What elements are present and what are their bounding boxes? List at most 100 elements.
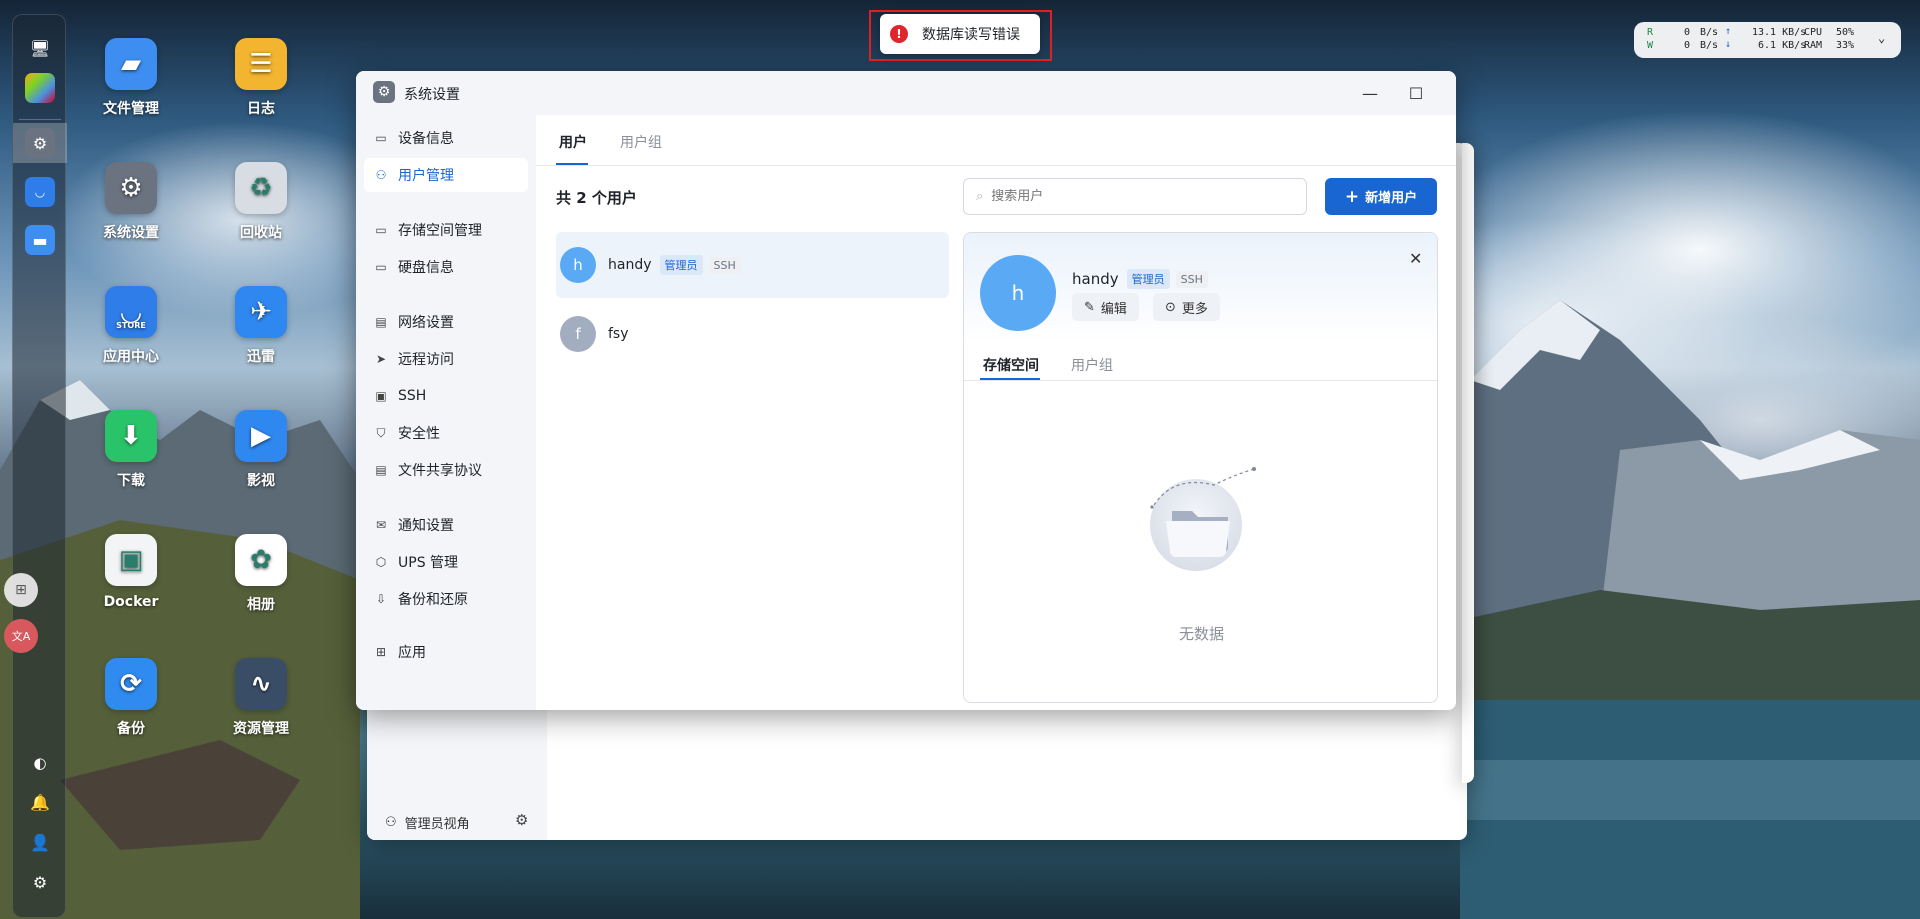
sidebar-item-2[interactable]: ▭ 存储空间管理 [364, 213, 528, 247]
admin-badge: 管理员 [1126, 269, 1170, 289]
tab-detail-groups[interactable]: 用户组 [1071, 355, 1113, 375]
network-icon: ▤ [375, 315, 387, 329]
desktop-app-10[interactable]: ⟳ 备份 [81, 658, 181, 738]
folder-icon[interactable]: ▬ [25, 225, 55, 255]
add-user-button[interactable]: + 新增用户 [1325, 178, 1437, 215]
sidebar-item-8[interactable]: ▤ 文件共享协议 [364, 453, 528, 487]
dock: 🖥 ⚙ ◡ ▬ ◐ 🔔 👤 ⚙ [12, 14, 67, 918]
admin-view-footer[interactable]: ⚇ 管理员视角 [385, 813, 470, 832]
chevron-down-icon[interactable]: ⌄ [1878, 31, 1885, 45]
sidebar-item-5[interactable]: ➤ 远程访问 [364, 342, 528, 376]
tab-user-groups[interactable]: 用户组 [620, 132, 662, 152]
dock-separator [19, 119, 61, 120]
desktop-app-3[interactable]: ♻ 回收站 [211, 162, 311, 242]
sidebar-item-9[interactable]: ✉ 通知设置 [364, 508, 528, 542]
backup-icon: ⟳ [105, 658, 157, 710]
desktop-app-7[interactable]: ▶ 影视 [211, 410, 311, 490]
apps-icon: ⊞ [375, 645, 387, 659]
desktop-app-6[interactable]: ⬇ 下载 [81, 410, 181, 490]
minimize-button[interactable]: — [1356, 79, 1384, 107]
sidebar-item-4[interactable]: ▤ 网络设置 [364, 305, 528, 339]
photos-icon: ✿ [235, 534, 287, 586]
footer-gear-icon[interactable]: ⚙ [515, 811, 528, 829]
desktop-app-5[interactable]: ✈ 迅雷 [211, 286, 311, 366]
desktop-app-4[interactable]: ◡ STORE 应用中心 [81, 286, 181, 366]
user-row-handy[interactable]: h handy 管理员 SSH [556, 232, 949, 298]
sidebar-item-label: 设备信息 [398, 131, 454, 147]
empty-text: 无数据 [1178, 625, 1224, 643]
more-icon: ⊙ [1165, 299, 1176, 315]
user-name: handy [608, 257, 652, 273]
desktop-app-label: 备份 [117, 721, 145, 737]
disk-write-value: 0 [1684, 40, 1691, 51]
plus-icon: + [1344, 186, 1360, 207]
desktop-app-2[interactable]: ⚙ 系统设置 [81, 162, 181, 242]
user-count: 共 2 个用户 [556, 189, 637, 207]
avatar: f [560, 316, 596, 352]
desktop-app-0[interactable]: ▰ 文件管理 [81, 38, 181, 118]
widget-add-icon[interactable]: ⊞ [4, 573, 38, 607]
admin-view-label: 管理员视角 [404, 817, 470, 832]
sidebar-item-label: 网络设置 [398, 315, 454, 331]
net-up-value: 13.1 KB/s [1752, 27, 1807, 38]
sidebar-item-7[interactable]: ⛉ 安全性 [364, 416, 528, 450]
storage-icon: ▭ [375, 223, 387, 237]
sidebar-item-1[interactable]: ⚇ 用户管理 [364, 158, 528, 192]
title-bar[interactable]: ⚙ 系统设置 — ☐ ✕ [356, 71, 1456, 115]
search-box[interactable]: ⌕ [963, 178, 1307, 215]
mail-icon: ✉ [375, 518, 387, 532]
download-icon: ⬇ [105, 410, 157, 462]
bell-icon[interactable]: 🔔 [25, 787, 55, 817]
activity-icon[interactable]: ◐ [25, 748, 55, 778]
store-icon[interactable]: ◡ [25, 177, 55, 207]
sidebar-item-10[interactable]: ⬡ UPS 管理 [364, 545, 528, 579]
gear-icon: ⚙ [105, 162, 157, 214]
user-name: fsy [608, 326, 629, 342]
monitor-icon[interactable]: 🖥 [25, 33, 55, 63]
avatar: h [560, 247, 596, 283]
translate-icon[interactable]: 文A [4, 619, 38, 653]
detail-user-name: handy [1072, 270, 1119, 288]
sidebar-item-label: 文件共享协议 [398, 463, 482, 479]
maximize-button[interactable]: ☐ [1402, 79, 1430, 107]
close-button[interactable]: ✕ [1447, 79, 1456, 107]
detail-name-row: handy 管理员 SSH [1072, 269, 1214, 289]
sidebar-item-12[interactable]: ⊞ 应用 [364, 635, 528, 669]
background-window-edge [1462, 143, 1474, 783]
ssh-badge: SSH [1175, 270, 1208, 288]
gear-icon[interactable]: ⚙ [25, 128, 55, 158]
edit-label: 编辑 [1100, 301, 1127, 317]
desktop-app-label: 相册 [247, 597, 275, 613]
cpu-label: CPU [1804, 27, 1823, 38]
desktop-app-9[interactable]: ✿ 相册 [211, 534, 311, 614]
tab-storage[interactable]: 存储空间 [983, 355, 1039, 375]
desktop-app-1[interactable]: ☰ 日志 [211, 38, 311, 118]
send-icon: ➤ [375, 352, 387, 366]
download-arrow-icon: ↓ [1725, 39, 1732, 50]
edit-button[interactable]: ✎ 编辑 [1072, 293, 1139, 321]
system-monitor-widget[interactable]: R W 0 0 B/s B/s ↑ ↓ 13.1 KB/s 6.1 KB/s C… [1634, 22, 1901, 58]
app-grid-icon[interactable] [25, 73, 55, 103]
settings-icon[interactable]: ⚙ [25, 867, 55, 897]
ssh-badge: SSH [708, 256, 741, 274]
admin-badge: 管理员 [659, 255, 703, 275]
desktop-app-8[interactable]: ▣ Docker [81, 534, 181, 610]
close-detail-icon[interactable]: ✕ [1409, 249, 1422, 268]
user-row-fsy[interactable]: f fsy [556, 301, 949, 367]
sidebar-item-0[interactable]: ▭ 设备信息 [364, 121, 528, 155]
desktop-app-11[interactable]: ∿ 资源管理 [211, 658, 311, 738]
system-settings-window: ⚙ 系统设置 — ☐ ✕ ▭ 设备信息 ⚇ 用户管理 ▭ 存储空间管理 ▭ 硬盘信息 ▤ 网络设置… [356, 71, 1456, 710]
video-icon: ▶ [235, 410, 287, 462]
sidebar-item-11[interactable]: ⇩ 备份和还原 [364, 582, 528, 616]
detail-avatar: h [980, 255, 1056, 331]
more-button[interactable]: ⊙ 更多 [1153, 293, 1220, 321]
tab-bar: 用户 用户组 [536, 115, 1456, 166]
settings-app-icon: ⚙ [373, 81, 395, 103]
search-input[interactable] [991, 189, 1272, 204]
sidebar-item-3[interactable]: ▭ 硬盘信息 [364, 250, 528, 284]
user-icon[interactable]: 👤 [25, 827, 55, 857]
sidebar-item-6[interactable]: ▣ SSH [364, 379, 528, 413]
tab-users[interactable]: 用户 [559, 132, 587, 152]
users-icon: ⚇ [375, 168, 387, 182]
shield-icon: ⛉ [376, 425, 386, 440]
